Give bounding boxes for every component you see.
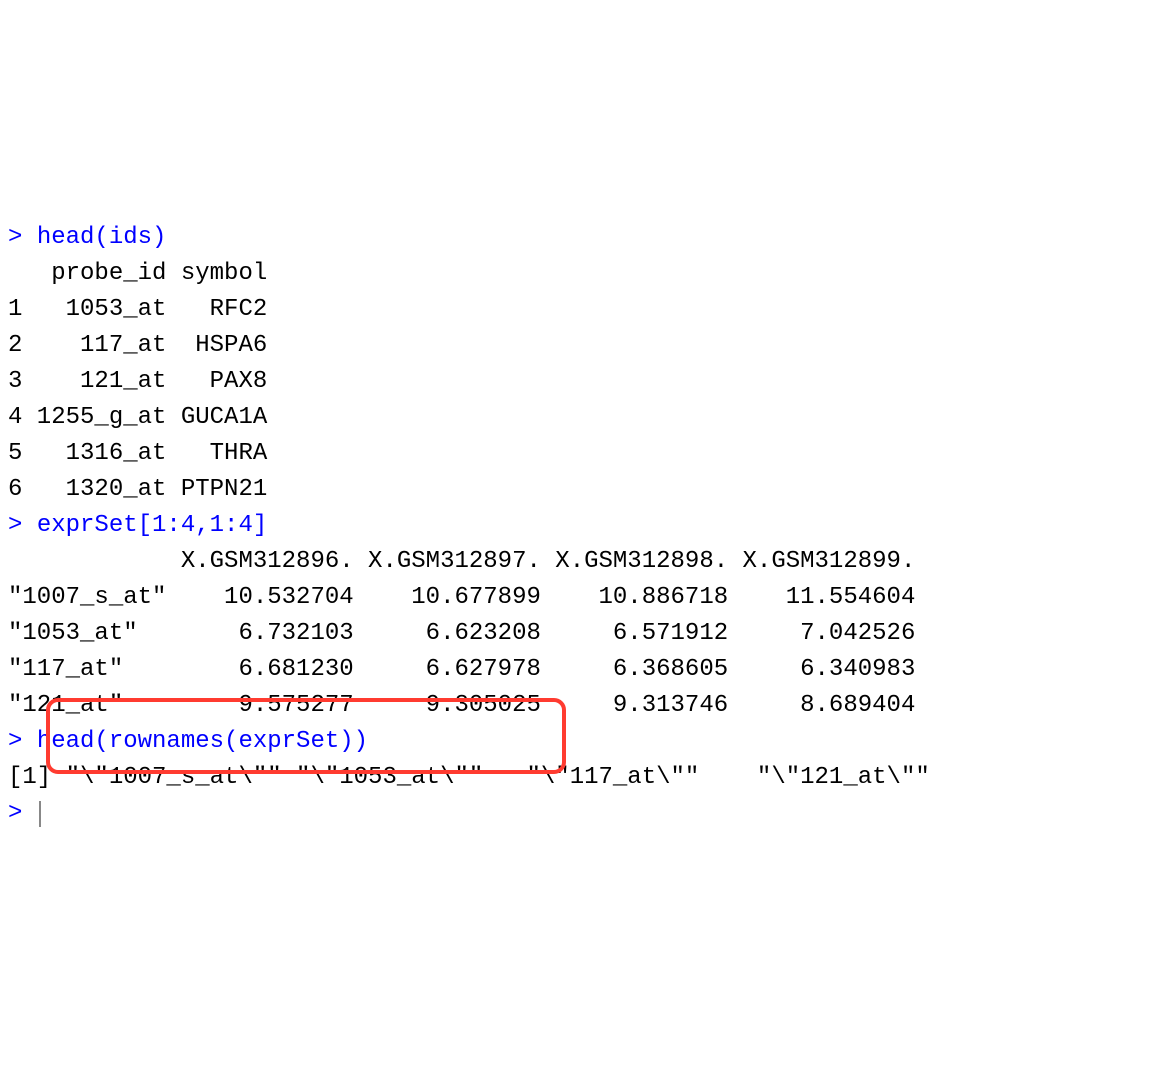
prompt-symbol: > xyxy=(8,800,37,827)
output-text: probe_id symbol xyxy=(8,260,267,287)
command-text: exprSet[1:4,1:4] xyxy=(37,512,267,539)
console-input-line: > head(ids) xyxy=(8,220,1154,256)
console-output-line: X.GSM312896. X.GSM312897. X.GSM312898. X… xyxy=(8,544,1154,580)
output-text: 6 1320_at PTPN21 xyxy=(8,476,267,503)
prompt-symbol: > xyxy=(8,224,37,251)
output-text: X.GSM312896. X.GSM312897. X.GSM312898. X… xyxy=(8,548,915,575)
output-text: 5 1316_at THRA xyxy=(8,440,267,467)
output-text: 2 117_at HSPA6 xyxy=(8,332,267,359)
command-text: head(rownames(exprSet)) xyxy=(37,728,368,755)
console-output-line: "117_at" 6.681230 6.627978 6.368605 6.34… xyxy=(8,652,1154,688)
output-text: 1 1053_at RFC2 xyxy=(8,296,267,323)
output-text: [1] "\"1007_s_at\"" "\"1053_at\"" "\"117… xyxy=(8,764,973,791)
output-text: "121_at" 9.575277 9.305025 9.313746 8.68… xyxy=(8,692,915,719)
text-cursor xyxy=(39,801,41,827)
output-text: 3 121_at PAX8 xyxy=(8,368,267,395)
console-output-line: "121_at" 9.575277 9.305025 9.313746 8.68… xyxy=(8,688,1154,724)
output-text: "1007_s_at" 10.532704 10.677899 10.88671… xyxy=(8,584,915,611)
console-output-line: "1053_at" 6.732103 6.623208 6.571912 7.0… xyxy=(8,616,1154,652)
prompt-symbol: > xyxy=(8,512,37,539)
output-text: "117_at" 6.681230 6.627978 6.368605 6.34… xyxy=(8,656,915,683)
output-text: "1053_at" 6.732103 6.623208 6.571912 7.0… xyxy=(8,620,915,647)
command-text: head(ids) xyxy=(37,224,167,251)
console-output-line: "1007_s_at" 10.532704 10.677899 10.88671… xyxy=(8,580,1154,616)
console-output-line: 2 117_at HSPA6 xyxy=(8,328,1154,364)
output-text: 4 1255_g_at GUCA1A xyxy=(8,404,267,431)
console-output-line: [1] "\"1007_s_at\"" "\"1053_at\"" "\"117… xyxy=(8,760,1154,796)
console-output-line: probe_id symbol xyxy=(8,256,1154,292)
console-output-line: 3 121_at PAX8 xyxy=(8,364,1154,400)
console-output-line: 4 1255_g_at GUCA1A xyxy=(8,400,1154,436)
prompt-symbol: > xyxy=(8,728,37,755)
console-input-line: > xyxy=(8,796,1154,832)
console-input-line: > head(rownames(exprSet)) xyxy=(8,724,1154,760)
console-input-line: > exprSet[1:4,1:4] xyxy=(8,508,1154,544)
console-output-line: 5 1316_at THRA xyxy=(8,436,1154,472)
r-console[interactable]: > head(ids) probe_id symbol 1 1053_at RFC… xyxy=(8,148,1154,904)
console-output-line: 6 1320_at PTPN21 xyxy=(8,472,1154,508)
console-output-line: 1 1053_at RFC2 xyxy=(8,292,1154,328)
